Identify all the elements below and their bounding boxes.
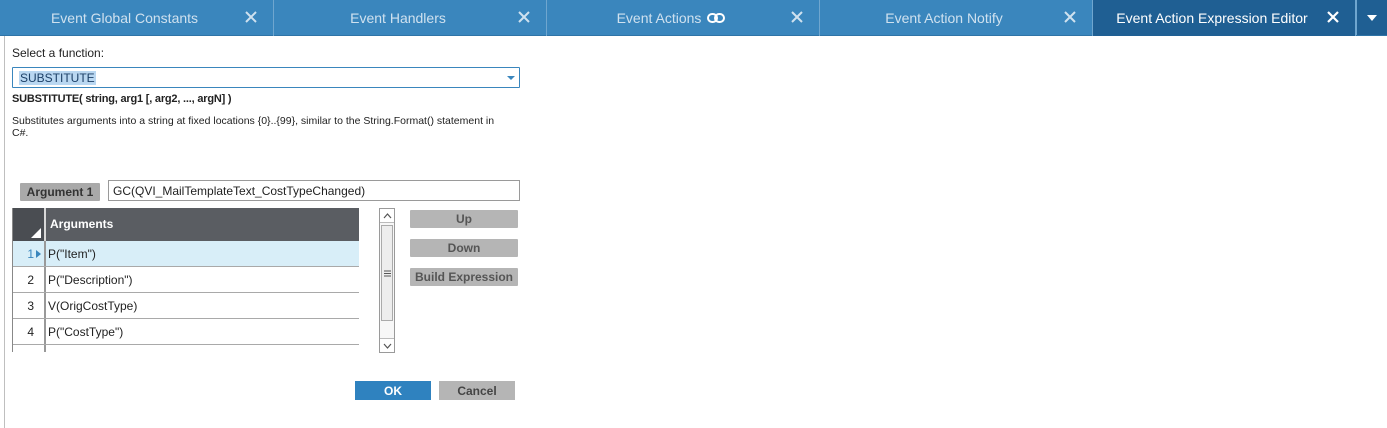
tab-event-action-notify[interactable]: Event Action Notify <box>820 0 1093 36</box>
table-row[interactable]: 4 P("CostType") <box>13 319 359 345</box>
tab-label: Event Actions <box>617 10 726 26</box>
scroll-thumb[interactable] <box>381 225 393 321</box>
tab-bar: Event Global Constants Event Handlers Ev… <box>0 0 1387 36</box>
tab-event-global-constants[interactable]: Event Global Constants <box>0 0 274 36</box>
function-select[interactable]: SUBSTITUTE <box>12 67 520 88</box>
row-number: 3 <box>13 293 46 318</box>
function-signature: SUBSTITUTE( string, arg1 [, arg2, ..., a… <box>12 93 232 105</box>
tab-overflow-button[interactable] <box>1356 0 1387 35</box>
table-row-partial[interactable] <box>13 345 359 352</box>
arguments-column-header: Arguments <box>50 217 114 231</box>
table-row[interactable]: 1 P("Item") <box>13 241 359 267</box>
row-number <box>13 345 46 352</box>
table-row[interactable]: 3 V(OrigCostType) <box>13 293 359 319</box>
ok-button[interactable]: OK <box>355 381 431 400</box>
close-icon[interactable] <box>1327 11 1339 23</box>
current-row-icon <box>36 250 41 258</box>
grid-header: Arguments <box>13 208 359 241</box>
left-divider <box>4 36 5 428</box>
down-button[interactable]: Down <box>410 239 518 257</box>
close-icon[interactable] <box>245 11 257 23</box>
cancel-button[interactable]: Cancel <box>439 381 515 400</box>
tab-event-actions[interactable]: Event Actions <box>547 0 820 36</box>
function-select-value: SUBSTITUTE <box>19 71 96 85</box>
row-number-text: 4 <box>27 324 34 339</box>
close-icon[interactable] <box>518 11 530 23</box>
chevron-down-icon <box>507 76 515 80</box>
grip-icon <box>383 270 391 276</box>
tab-label: Event Handlers <box>350 10 446 26</box>
scroll-down-button[interactable] <box>380 338 394 352</box>
row-number: 2 <box>13 267 46 292</box>
chevron-down-icon <box>1367 14 1377 21</box>
row-number: 1 <box>13 241 46 266</box>
tab-label-text: Event Actions <box>616 10 702 26</box>
argument-input[interactable]: GC(QVI_MailTemplateText_CostTypeChanged) <box>108 180 520 201</box>
select-function-label: Select a function: <box>12 46 105 60</box>
chevron-up-icon <box>383 212 391 218</box>
chevron-down-icon <box>383 343 391 349</box>
scroll-up-button[interactable] <box>380 209 394 223</box>
argument-cell[interactable]: V(OrigCostType) <box>46 293 137 318</box>
row-number-text: 1 <box>27 246 34 261</box>
argument-cell[interactable]: P("Description") <box>46 267 133 292</box>
function-description: Substitutes arguments into a string at f… <box>12 115 495 139</box>
row-number-text: 2 <box>27 272 34 287</box>
argument-cell[interactable] <box>46 345 48 352</box>
row-number-text: 3 <box>27 298 34 313</box>
build-expression-button[interactable]: Build Expression <box>410 268 518 286</box>
up-button[interactable]: Up <box>410 210 518 228</box>
select-all-corner[interactable] <box>13 208 46 241</box>
arguments-grid: Arguments 1 P("Item") 2 P("Description")… <box>12 208 359 352</box>
tab-event-handlers[interactable]: Event Handlers <box>274 0 547 36</box>
argument-cell[interactable]: P("CostType") <box>46 319 123 344</box>
link-icon <box>707 13 726 23</box>
table-row[interactable]: 2 P("Description") <box>13 267 359 293</box>
close-icon[interactable] <box>1064 11 1076 23</box>
close-icon[interactable] <box>791 11 803 23</box>
tab-event-action-expression-editor[interactable]: Event Action Expression Editor <box>1093 0 1356 36</box>
tab-label: Event Action Expression Editor <box>1116 10 1308 26</box>
argument-cell[interactable]: P("Item") <box>46 241 96 266</box>
argument-label: Argument 1 <box>20 183 100 201</box>
grid-scrollbar[interactable] <box>379 208 395 353</box>
tab-label: Event Action Notify <box>885 10 1003 26</box>
row-number: 4 <box>13 319 46 344</box>
tab-label: Event Global Constants <box>50 10 199 26</box>
